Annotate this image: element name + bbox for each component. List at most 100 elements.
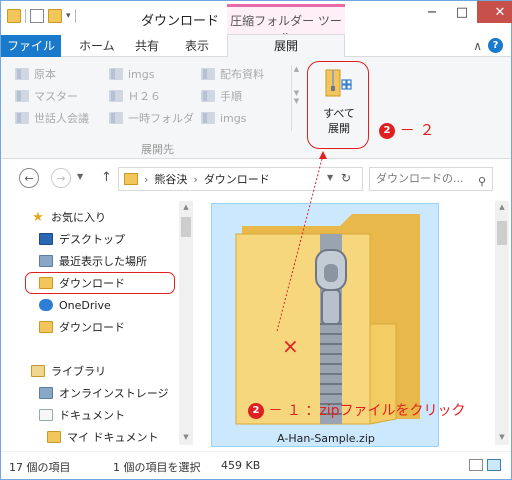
quick-access-toolbar: ▾	[7, 9, 76, 23]
nav-item-my-documents[interactable]: マイ ドキュメント	[47, 427, 159, 447]
star-icon: ★	[32, 209, 44, 225]
status-bar: 17 個の項目 1 個の項目を選択 459 KB	[1, 451, 511, 479]
destination-item[interactable]: 原本	[15, 65, 56, 83]
close-button[interactable]: ✕	[477, 1, 512, 23]
destination-item[interactable]: 一時フォルダ	[109, 109, 194, 127]
tab-view[interactable]: 表示	[185, 35, 209, 57]
breadcrumb-user[interactable]: 熊谷決	[154, 171, 187, 187]
nav-item-documents[interactable]: ドキュメント	[39, 405, 125, 425]
expand-gallery-icon[interactable]: ▼	[292, 97, 301, 105]
nav-item-libraries[interactable]: ライブラリ	[31, 361, 106, 381]
desktop-icon	[39, 233, 53, 245]
nav-item-desktop[interactable]: デスクトップ	[39, 229, 125, 249]
downloads-folder-icon	[39, 321, 53, 333]
tab-home[interactable]: ホーム	[79, 35, 115, 57]
tab-share[interactable]: 共有	[135, 35, 159, 57]
folder-icon	[201, 68, 215, 80]
nav-item-favorites[interactable]: ★ お気に入り	[31, 207, 106, 227]
scroll-down-icon[interactable]: ▼	[179, 433, 193, 441]
tab-file[interactable]: ファイル	[1, 35, 61, 57]
scrollbar-thumb[interactable]	[181, 217, 191, 237]
folder-icon	[47, 431, 61, 443]
annotation-click-mark: ×	[282, 334, 299, 358]
maximize-button[interactable]: □	[447, 1, 477, 23]
back-button[interactable]: ←	[19, 168, 39, 188]
file-item-zip[interactable]: × 2 － １ ：zipファイルをクリック A-Han-Sample.zip	[211, 203, 465, 447]
selection-size: 459 KB	[221, 459, 261, 472]
refresh-icon[interactable]: ↻	[341, 171, 351, 185]
file-list-scrollbar[interactable]: ▲ ▼	[495, 201, 509, 445]
scrollbar-thumb[interactable]	[497, 221, 507, 245]
annotation-step-2-2: 2 － ２	[379, 119, 435, 140]
qat-dropdown-icon[interactable]: ▾	[66, 11, 71, 21]
breadcrumb-downloads[interactable]: ダウンロード	[204, 171, 270, 187]
destinations-scrollbar[interactable]: ▲ ▼ ▼	[291, 65, 301, 131]
downloads-folder-icon	[124, 173, 138, 185]
context-tab-compressed-folder-tools[interactable]: 圧縮フォルダー ツール	[227, 4, 345, 45]
minimize-button[interactable]: −	[417, 1, 447, 23]
nav-item-recent-places[interactable]: 最近表示した場所	[39, 251, 147, 271]
selection-count: 1 個の項目を選択	[113, 461, 201, 474]
navigation-pane: ★ お気に入り デスクトップ 最近表示した場所 ダウンロード OneDrive …	[1, 197, 193, 449]
scroll-down-icon[interactable]: ▼	[495, 433, 509, 441]
annotation-number-badge: 2	[248, 403, 264, 419]
nav-item-online-storage[interactable]: オンラインストレージ	[39, 383, 169, 403]
address-dropdown-icon[interactable]: ▼	[327, 173, 333, 182]
scroll-down-icon[interactable]: ▼	[292, 89, 301, 97]
documents-icon	[39, 409, 53, 421]
separator	[74, 9, 76, 23]
forward-button[interactable]: →	[51, 168, 71, 188]
collapse-ribbon-icon[interactable]: ∧	[473, 39, 482, 53]
folder-icon	[201, 112, 215, 124]
properties-icon[interactable]	[30, 9, 44, 23]
annotation-highlight-downloads	[25, 272, 175, 294]
separator	[25, 9, 26, 23]
up-button[interactable]: ↑	[101, 170, 112, 185]
folder-icon[interactable]	[7, 9, 21, 23]
folder-icon	[109, 112, 123, 124]
navigation-bar: ← → ▼ ↑ › 熊谷決 › ダウンロード ▼ ↻ ダウンロードの... ⚲	[1, 160, 511, 196]
scroll-up-icon[interactable]: ▲	[292, 65, 301, 73]
tab-extract[interactable]: 展開	[227, 34, 345, 58]
destination-item[interactable]: 配布資料	[201, 65, 264, 83]
ribbon-extract-panel: 原本 imgs 配布資料 マスター Ｈ２６ 手順 世話人会議 一時フォルダ im…	[1, 57, 511, 159]
zip-folder-icon	[235, 214, 420, 425]
extract-all-button[interactable]: すべて 展開	[307, 61, 369, 149]
recent-locations-icon[interactable]: ▼	[77, 172, 83, 181]
ribbon-group-label: 展開先	[141, 143, 174, 156]
explorer-window: ▾ ダウンロード 圧縮フォルダー ツール − □ ✕ ファイル ホーム 共有 表…	[0, 0, 512, 480]
folder-icon	[15, 90, 29, 102]
search-input[interactable]: ダウンロードの... ⚲	[369, 167, 493, 191]
destination-item[interactable]: imgs	[109, 65, 155, 83]
online-storage-icon	[39, 387, 53, 399]
nav-item-downloads-2[interactable]: ダウンロード	[39, 317, 125, 337]
navigation-pane-scrollbar[interactable]: ▲ ▼	[179, 201, 193, 445]
details-view-icon[interactable]	[469, 459, 483, 471]
nav-item-onedrive[interactable]: OneDrive	[39, 295, 111, 315]
scroll-up-icon[interactable]: ▲	[179, 203, 193, 211]
breadcrumb-separator-icon[interactable]: ›	[144, 173, 148, 186]
file-list-pane: × 2 － １ ：zipファイルをクリック A-Han-Sample.zip ▲…	[195, 197, 511, 449]
ribbon-right-controls: ∧ ?	[473, 38, 503, 53]
annotation-step-2-1: 2 － １ ：zipファイルをクリック	[248, 400, 465, 420]
search-icon[interactable]: ⚲	[478, 171, 486, 193]
help-icon[interactable]: ?	[488, 38, 503, 53]
title-bar: ▾ ダウンロード 圧縮フォルダー ツール − □ ✕	[1, 1, 512, 45]
ribbon-tabs: ファイル ホーム 共有 表示 展開 ∧ ?	[1, 34, 511, 58]
destination-item[interactable]: imgs	[201, 109, 247, 127]
folder-icon	[109, 68, 123, 80]
new-folder-icon[interactable]	[48, 9, 62, 23]
breadcrumb-separator-icon[interactable]: ›	[193, 173, 197, 186]
extract-destinations: 原本 imgs 配布資料 マスター Ｈ２６ 手順 世話人会議 一時フォルダ im…	[15, 65, 299, 133]
recent-places-icon	[39, 255, 53, 267]
large-icons-view-icon[interactable]	[487, 459, 501, 471]
window-controls: − □ ✕	[417, 1, 512, 23]
destination-item[interactable]: Ｈ２６	[109, 87, 161, 105]
window-title: ダウンロード	[141, 14, 220, 29]
destination-item[interactable]: 手順	[201, 87, 242, 105]
folder-icon	[15, 112, 29, 124]
scroll-up-icon[interactable]: ▲	[495, 203, 509, 211]
folder-icon	[15, 68, 29, 80]
destination-item[interactable]: マスター	[15, 87, 78, 105]
destination-item[interactable]: 世話人会議	[15, 109, 89, 127]
